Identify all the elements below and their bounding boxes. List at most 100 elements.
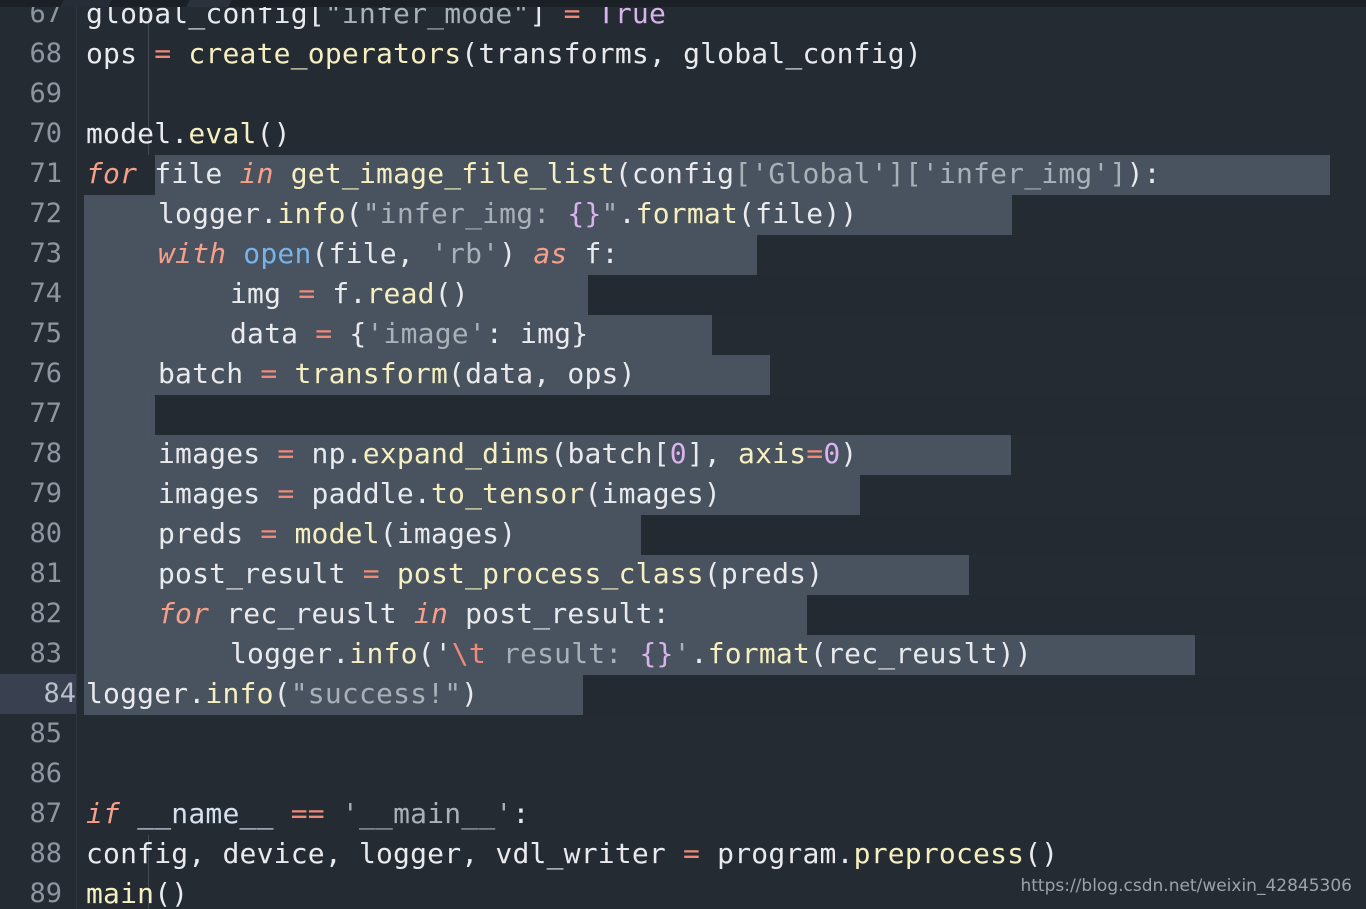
token-args: (preds) (703, 557, 824, 590)
code-line-83[interactable]: logger.info('\t result: {}'.format(rec_r… (86, 634, 1032, 674)
token-batch: batch (158, 357, 244, 390)
token-dot: . (171, 117, 189, 150)
token-paren-close: ) (840, 437, 858, 470)
token-model: model (294, 517, 380, 550)
token-f: f (584, 237, 602, 270)
token-equals: = (362, 557, 380, 590)
code-line-82[interactable]: for rec_reuslt in post_result: (86, 594, 670, 634)
code-line-74[interactable]: img = f.read() (86, 274, 469, 314)
token-f: f (332, 277, 350, 310)
token-arg-close: ], (686, 437, 721, 470)
code-line-79[interactable]: images = paddle.to_tensor(images) (86, 474, 721, 514)
token-ops: ops (86, 37, 138, 70)
token-paren-open: ( (345, 197, 363, 230)
token-img: img (230, 277, 282, 310)
token-paren-close: ) (904, 37, 922, 70)
token-paren-open: ( (614, 157, 632, 190)
token-images: images (158, 477, 261, 510)
token-create-operators: create_operators (188, 37, 462, 70)
token-keyword-in: in (413, 597, 449, 630)
token-kwarg-axis: axis (738, 437, 807, 470)
token-info: info (205, 677, 274, 710)
chrome-tab-left[interactable] (60, 0, 112, 7)
token-args: (images) (379, 517, 517, 550)
token-logger: logger, (358, 837, 479, 870)
token-get-image-file-list: get_image_file_list (290, 157, 615, 190)
code-line-81[interactable]: post_result = post_process_class(preds) (86, 554, 823, 594)
code-line-76[interactable]: batch = transform(data, ops) (86, 354, 636, 394)
code-editor[interactable]: 67 68 69 70 71 72 73 74 75 76 77 78 79 8… (0, 0, 1366, 909)
token-operator-eqeq: == (290, 797, 325, 830)
token-post-result: post_result (465, 597, 653, 630)
token-logger: logger (230, 637, 333, 670)
token-number-zero2: 0 (823, 437, 841, 470)
code-line-88[interactable]: config, device, logger, vdl_writer = pro… (86, 834, 1058, 874)
token-paddle: paddle (311, 477, 414, 510)
token-equals: = (683, 837, 701, 870)
token-img: img (520, 317, 572, 350)
token-paren-open: ( (550, 437, 568, 470)
token-keyword-in: in (239, 157, 274, 190)
token-config: config, (86, 837, 206, 870)
token-key-infer-img: ['infer_img'] (904, 157, 1127, 190)
code-line-72[interactable]: logger.info("infer_img: {}".format(file)… (86, 194, 857, 234)
code-line-70[interactable]: model.eval() (86, 114, 291, 154)
token-rec-reuslt: rec_reuslt (226, 597, 397, 630)
token-string-suffix: " (601, 197, 619, 230)
token-parens: () (154, 877, 189, 909)
token-keyword-as: as (533, 237, 568, 270)
token-post-process-class: post_process_class (396, 557, 704, 590)
token-paren-open: ( (273, 677, 291, 710)
token-string-rb: 'rb' (430, 237, 500, 270)
token-equals: = (154, 37, 172, 70)
token-string-close: ' (673, 637, 691, 670)
token-parens: () (256, 117, 291, 150)
code-line-71[interactable]: for file in get_image_file_list(config['… (86, 154, 1161, 194)
token-equals: = (315, 317, 333, 350)
token-dot: . (836, 837, 854, 870)
token-paren-close: ) (840, 197, 858, 230)
code-line-73[interactable]: with open(file, 'rb') as f: (86, 234, 619, 274)
token-equals: = (277, 477, 295, 510)
token-args: (data, ops) (448, 357, 636, 390)
chrome-tab-right[interactable] (186, 0, 232, 7)
token-keyword-if: if (86, 797, 121, 830)
token-args: (rec_reuslt) (810, 637, 1015, 670)
token-expand-dims: expand_dims (362, 437, 551, 470)
token-string-prefix: "infer_img: (362, 197, 568, 230)
token-info: info (349, 637, 418, 670)
code-line-68[interactable]: ops = create_operators(transforms, globa… (86, 34, 922, 74)
code-line-78[interactable]: images = np.expand_dims(batch[0], axis=0… (86, 434, 857, 474)
token-paren-open: (' (417, 637, 452, 670)
token-transform: transform (294, 357, 449, 390)
code-content[interactable]: global_config["infer_mode"] = True ops =… (0, 0, 1366, 909)
token-preds: preds (158, 517, 244, 550)
token-brace-open: { (349, 317, 367, 350)
token-keyword-for: for (86, 157, 138, 190)
token-dot2: . (690, 637, 708, 670)
token-images: images (158, 437, 261, 470)
token-escape-tab: \t (451, 637, 486, 670)
code-line-75[interactable]: data = {'image': img} (86, 314, 588, 354)
token-dot2: . (618, 197, 636, 230)
token-equals: = (260, 357, 278, 390)
token-model: model (86, 117, 172, 150)
token-number-zero: 0 (669, 437, 687, 470)
code-line-80[interactable]: preds = model(images) (86, 514, 516, 554)
token-format: format (635, 197, 739, 230)
code-line-84[interactable]: logger.info("success!") (86, 674, 478, 714)
token-paren-close: ) (461, 677, 479, 710)
token-string-result: result: (485, 637, 640, 670)
token-parens: () (1024, 837, 1059, 870)
token-paren-close: ) (1126, 157, 1144, 190)
token-string-success: "success!" (290, 677, 462, 710)
token-keyword-with: with (158, 237, 227, 270)
token-eval: eval (188, 117, 257, 150)
token-dot: . (188, 677, 206, 710)
token-paren-open: ( (311, 237, 329, 270)
code-line-89[interactable]: main() (86, 874, 188, 909)
code-line-87[interactable]: if __name__ == '__main__': (86, 794, 530, 834)
token-builtin-open: open (243, 237, 312, 270)
token-colon: : (652, 597, 670, 630)
token-colon: : (1143, 157, 1161, 190)
